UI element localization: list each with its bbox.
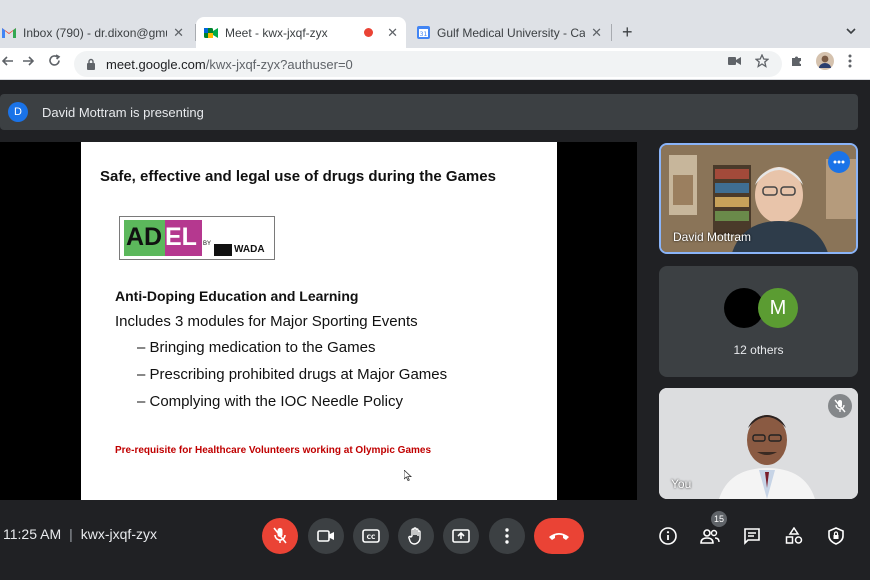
- tab-search-chevron-icon[interactable]: [846, 24, 856, 38]
- camera-in-use-icon[interactable]: [728, 54, 741, 69]
- others-count-label: 12 others: [733, 343, 784, 357]
- bookmark-star-icon[interactable]: [754, 53, 770, 71]
- adel-logo-by: BY: [203, 241, 212, 247]
- meeting-controls: 11:25 AM | kwx-jxqf-zyx CC 15: [0, 502, 870, 580]
- slide-note: Pre-requisite for Healthcare Volunteers …: [115, 445, 432, 456]
- participant-count-badge: 15: [711, 511, 727, 527]
- camera-toggle-button[interactable]: [308, 518, 344, 554]
- self-tile-name: You: [671, 477, 692, 491]
- host-controls-button[interactable]: [826, 526, 846, 546]
- browser-menu-icon[interactable]: [848, 54, 852, 71]
- adel-logo-el: EL: [165, 223, 197, 251]
- tab-meet[interactable]: Meet - kwx-jxqf-zyx ✕: [196, 17, 406, 48]
- meeting-details-button[interactable]: [658, 526, 678, 546]
- meet-icon: [204, 26, 218, 40]
- videocam-icon: [317, 530, 334, 542]
- screen: Inbox (790) - dr.dixon@gmu.ac ✕ Meet - k…: [0, 0, 870, 580]
- profile-avatar[interactable]: [816, 52, 834, 73]
- back-arrow-icon[interactable]: [1, 54, 14, 71]
- activities-button[interactable]: [784, 526, 804, 546]
- url-path: /kwx-jxqf-zyx?authuser=0: [205, 56, 353, 72]
- tab-meet-close-icon[interactable]: ✕: [387, 25, 398, 41]
- meeting-info-separator: |: [69, 526, 73, 542]
- meeting-time: 11:25 AM: [3, 526, 62, 542]
- adel-logo-wada: WADA: [234, 244, 265, 255]
- tab-gmail[interactable]: Inbox (790) - dr.dixon@gmu.ac ✕: [0, 17, 192, 48]
- activities-shapes-icon: [785, 527, 803, 544]
- url-host: meet.google.com: [106, 56, 206, 72]
- mic-off-icon: [828, 394, 852, 418]
- chat-button[interactable]: [742, 526, 762, 546]
- participant-tile-others[interactable]: M 12 others: [659, 266, 858, 377]
- address-bar[interactable]: meet.google.com/kwx-jxqf-zyx?authuser=0: [74, 51, 782, 77]
- show-everyone-button[interactable]: [700, 526, 720, 546]
- lock-icon: [86, 58, 96, 70]
- presenting-text: David Mottram is presenting: [42, 104, 204, 120]
- more-options-icon[interactable]: [828, 151, 850, 173]
- mic-off-icon: [273, 527, 287, 544]
- slide-title: Safe, effective and legal use of drugs d…: [100, 168, 496, 185]
- captions-button[interactable]: CC: [353, 518, 389, 554]
- tab-meet-title: Meet - kwx-jxqf-zyx: [225, 25, 328, 40]
- tab-separator: [611, 24, 612, 41]
- presenting-banner: D David Mottram is presenting: [0, 94, 858, 130]
- mouse-cursor-icon: [403, 468, 413, 486]
- participant-tile-presenter[interactable]: David Mottram: [659, 143, 858, 254]
- slide-bullet: – Complying with the IOC Needle Policy: [137, 393, 403, 410]
- slide-subheading: Anti-Doping Education and Learning: [115, 288, 359, 304]
- raise-hand-icon: [408, 527, 421, 545]
- presentation-area[interactable]: Safe, effective and legal use of drugs d…: [0, 142, 637, 500]
- presenter-avatar: D: [8, 102, 28, 122]
- closed-captions-icon: CC: [362, 529, 380, 543]
- adel-logo-ad: AD: [126, 223, 163, 251]
- forward-arrow-icon[interactable]: [22, 54, 35, 71]
- present-screen-icon: [452, 529, 470, 543]
- chat-icon: [744, 528, 760, 545]
- slide-bullet: – Bringing medication to the Games: [137, 339, 376, 356]
- leave-call-button[interactable]: [534, 518, 584, 554]
- shield-lock-icon: [828, 527, 844, 545]
- presentation-slide: Safe, effective and legal use of drugs d…: [81, 142, 557, 500]
- reload-icon[interactable]: [48, 54, 61, 71]
- mic-toggle-button[interactable]: [262, 518, 298, 554]
- meeting-code: kwx-jxqf-zyx: [80, 526, 157, 542]
- meet-stage: D David Mottram is presenting Safe, effe…: [0, 80, 870, 580]
- tab-calendar-close-icon[interactable]: ✕: [591, 25, 602, 41]
- extensions-puzzle-icon[interactable]: [790, 54, 803, 70]
- raise-hand-button[interactable]: [398, 518, 434, 554]
- tab-calendar[interactable]: 31 Gulf Medical University - Calen ✕: [408, 17, 610, 48]
- tab-gmail-close-icon[interactable]: ✕: [173, 25, 184, 41]
- people-icon: [700, 529, 720, 544]
- tab-gmail-title: Inbox (790) - dr.dixon@gmu.ac: [23, 25, 167, 40]
- slide-intro: Includes 3 modules for Major Sporting Ev…: [115, 313, 418, 330]
- more-vert-icon: [505, 528, 509, 544]
- others-avatar-m: M: [758, 288, 798, 328]
- svg-text:31: 31: [419, 31, 427, 38]
- slide-bullet: – Prescribing prohibited drugs at Major …: [137, 366, 448, 383]
- svg-text:CC: CC: [367, 534, 376, 541]
- presenter-tile-name: David Mottram: [673, 230, 752, 244]
- present-now-button[interactable]: [443, 518, 479, 554]
- info-icon: [659, 527, 677, 545]
- browser-tab-strip: Inbox (790) - dr.dixon@gmu.ac ✕ Meet - k…: [0, 0, 870, 48]
- browser-toolbar: meet.google.com/kwx-jxqf-zyx?authuser=0: [0, 48, 870, 80]
- recording-dot-icon: [364, 28, 374, 37]
- gmail-icon: [2, 26, 16, 40]
- more-options-button[interactable]: [489, 518, 525, 554]
- tab-calendar-title: Gulf Medical University - Calen: [437, 25, 586, 40]
- calendar-icon: 31: [416, 26, 430, 40]
- call-end-icon: [549, 533, 569, 540]
- participant-tile-self[interactable]: You: [659, 388, 858, 499]
- new-tab-icon[interactable]: +: [622, 22, 633, 43]
- meeting-info: 11:25 AM | kwx-jxqf-zyx: [3, 526, 157, 542]
- adel-logo: AD EL BY WADA: [119, 216, 275, 260]
- wada-mark-icon: [214, 244, 232, 256]
